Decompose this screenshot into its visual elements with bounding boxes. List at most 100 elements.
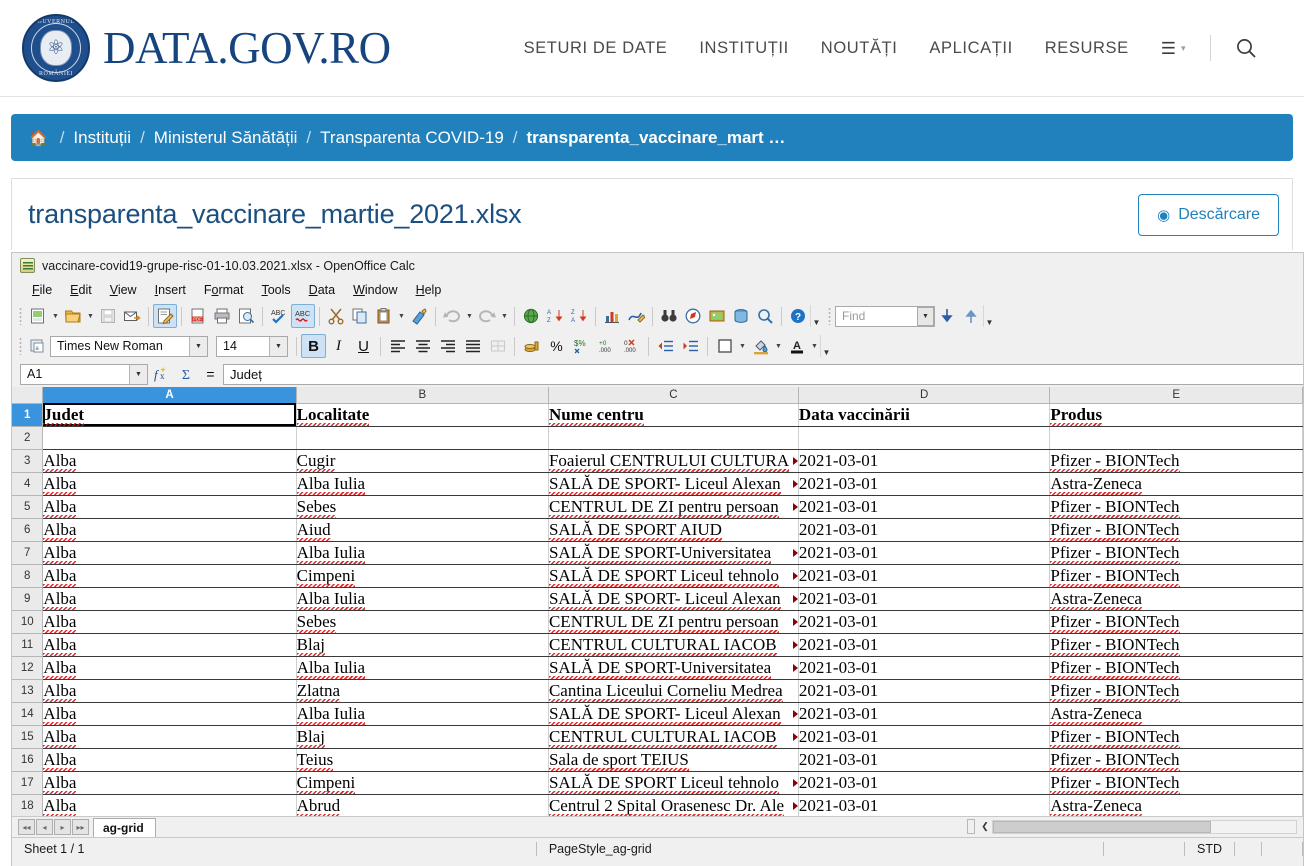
currency-format-icon[interactable] xyxy=(519,334,544,358)
draw-functions-icon[interactable] xyxy=(624,304,648,328)
cell-C4[interactable]: SALĂ DE SPORT- Liceul Alexan xyxy=(548,472,799,496)
cut-scissors-icon[interactable] xyxy=(324,304,348,328)
cell-B11[interactable]: Blaj xyxy=(296,633,549,657)
menu-window[interactable]: Window xyxy=(344,281,406,299)
redo-icon[interactable] xyxy=(475,304,499,328)
delete-decimal-icon[interactable]: 0.000 xyxy=(619,334,644,358)
nav-seturi-de-date[interactable]: SETURI DE DATE xyxy=(508,33,684,64)
cell-B12[interactable]: Alba Iulia xyxy=(296,656,549,680)
cell-D17[interactable]: 2021-03-01 xyxy=(798,771,1051,795)
cell-C12[interactable]: SALĂ DE SPORT-Universitatea xyxy=(548,656,799,680)
row-header-16[interactable]: 16 xyxy=(12,748,44,772)
find-toolbar-grip[interactable] xyxy=(828,307,831,325)
navigator-compass-icon[interactable] xyxy=(681,304,705,328)
cell-C11[interactable]: CENTRUL CULTURAL IACOB xyxy=(548,633,799,657)
find-input[interactable]: Find ▼ xyxy=(835,305,935,327)
cell-D16[interactable]: 2021-03-01 xyxy=(798,748,1051,772)
cell-B10[interactable]: Sebes xyxy=(296,610,549,634)
cell-A14[interactable]: Alba xyxy=(42,702,297,726)
number-format-icon[interactable]: $% xyxy=(569,334,594,358)
merge-cells-icon[interactable] xyxy=(485,334,510,358)
cell-D8[interactable]: 2021-03-01 xyxy=(798,564,1051,588)
cell-E4[interactable]: Astra-Zeneca xyxy=(1049,472,1303,496)
cell-C3[interactable]: Foaierul CENTRULUI CULTURA xyxy=(548,449,799,473)
zoom-magnifier-icon[interactable] xyxy=(753,304,777,328)
select-all-corner[interactable] xyxy=(12,387,44,404)
cell-A9[interactable]: Alba xyxy=(42,587,297,611)
row-header-3[interactable]: 3 xyxy=(12,449,44,473)
cell-C1[interactable]: Nume centru xyxy=(548,403,799,427)
menu-format[interactable]: Format xyxy=(195,281,253,299)
row-header-12[interactable]: 12 xyxy=(12,656,44,680)
breadcrumb-item-transparenta-covid-19[interactable]: Transparenta COVID-19 xyxy=(320,128,504,148)
decrease-indent-icon[interactable] xyxy=(653,334,678,358)
cell-A11[interactable]: Alba xyxy=(42,633,297,657)
cell-D6[interactable]: 2021-03-01 xyxy=(798,518,1051,542)
row-header-13[interactable]: 13 xyxy=(12,679,44,703)
cell-A6[interactable]: Alba xyxy=(42,518,297,542)
font-size-dropdown-icon[interactable]: ▼ xyxy=(269,336,287,356)
cell-C14[interactable]: SALĂ DE SPORT- Liceul Alexan xyxy=(548,702,799,726)
borders-icon[interactable] xyxy=(712,334,737,358)
toolbar-grip[interactable] xyxy=(19,307,22,325)
clone-formatting-brush-icon[interactable] xyxy=(407,304,431,328)
row-header-10[interactable]: 10 xyxy=(12,610,44,634)
cell-B14[interactable]: Alba Iulia xyxy=(296,702,549,726)
cell-E13[interactable]: Pfizer - BIONTech xyxy=(1049,679,1303,703)
scrollbar-track[interactable] xyxy=(992,819,1297,834)
row-header-6[interactable]: 6 xyxy=(12,518,44,542)
cell-D15[interactable]: 2021-03-01 xyxy=(798,725,1051,749)
nav-noutati[interactable]: NOUTĂȚI xyxy=(805,33,914,64)
cell-E14[interactable]: Astra-Zeneca xyxy=(1049,702,1303,726)
open-folder-icon[interactable] xyxy=(61,304,85,328)
data-sources-icon[interactable] xyxy=(729,304,753,328)
formatting-toolbar-grip[interactable] xyxy=(19,337,22,355)
hyperlink-globe-icon[interactable] xyxy=(519,304,543,328)
new-document-icon[interactable] xyxy=(26,304,50,328)
find-dropdown-icon[interactable]: ▼ xyxy=(917,306,934,326)
menu-file[interactable]: File xyxy=(23,281,61,299)
cell-B8[interactable]: Cimpeni xyxy=(296,564,549,588)
cell-D2[interactable] xyxy=(798,426,1051,450)
next-sheet-icon[interactable]: ▸ xyxy=(54,819,71,835)
cell-C13[interactable]: Cantina Liceului Corneliu Medrea xyxy=(548,679,799,703)
cell-B9[interactable]: Alba Iulia xyxy=(296,587,549,611)
name-box-dropdown-icon[interactable]: ▼ xyxy=(129,364,147,384)
previous-sheet-icon[interactable]: ◂ xyxy=(36,819,53,835)
cell-E18[interactable]: Astra-Zeneca xyxy=(1049,794,1303,816)
nav-institutii[interactable]: INSTITUȚII xyxy=(683,33,804,64)
cell-C6[interactable]: SALĂ DE SPORT AIUD xyxy=(548,518,799,542)
cell-E5[interactable]: Pfizer - BIONTech xyxy=(1049,495,1303,519)
breadcrumb-item-ministerul-sanatatii[interactable]: Ministerul Sănătății xyxy=(154,128,298,148)
redo-dropdown[interactable]: ▼ xyxy=(499,304,510,328)
cell-D1[interactable]: Data vaccinării xyxy=(798,403,1051,427)
row-header-1[interactable]: 1 xyxy=(12,403,44,427)
cell-A8[interactable]: Alba xyxy=(42,564,297,588)
cell-A1[interactable]: Judet xyxy=(42,403,297,427)
add-decimal-icon[interactable]: +0.000 xyxy=(594,334,619,358)
align-justified-icon[interactable] xyxy=(460,334,485,358)
equals-icon[interactable]: = xyxy=(198,363,223,385)
font-size-combo[interactable]: 14 ▼ xyxy=(216,335,288,357)
paste-dropdown[interactable]: ▼ xyxy=(396,304,407,328)
fx-icon[interactable]: fx xyxy=(148,363,173,385)
cell-B3[interactable]: Cugir xyxy=(296,449,549,473)
cell-A7[interactable]: Alba xyxy=(42,541,297,565)
email-document-icon[interactable] xyxy=(120,304,144,328)
cell-A4[interactable]: Alba xyxy=(42,472,297,496)
row-header-9[interactable]: 9 xyxy=(12,587,44,611)
row-header-7[interactable]: 7 xyxy=(12,541,44,565)
insert-chart-icon[interactable] xyxy=(600,304,624,328)
font-color-icon[interactable]: A xyxy=(784,334,809,358)
new-document-dropdown[interactable]: ▼ xyxy=(50,304,61,328)
italic-button[interactable]: I xyxy=(326,334,351,358)
spelling-check-icon[interactable]: ABC xyxy=(267,304,291,328)
increase-indent-icon[interactable] xyxy=(678,334,703,358)
background-color-dropdown[interactable]: ▼ xyxy=(773,334,784,358)
cell-E10[interactable]: Pfizer - BIONTech xyxy=(1049,610,1303,634)
cell-D4[interactable]: 2021-03-01 xyxy=(798,472,1051,496)
column-header-c[interactable]: C xyxy=(548,387,799,404)
cell-B1[interactable]: Localitate xyxy=(296,403,549,427)
cell-E12[interactable]: Pfizer - BIONTech xyxy=(1049,656,1303,680)
cell-E7[interactable]: Pfizer - BIONTech xyxy=(1049,541,1303,565)
